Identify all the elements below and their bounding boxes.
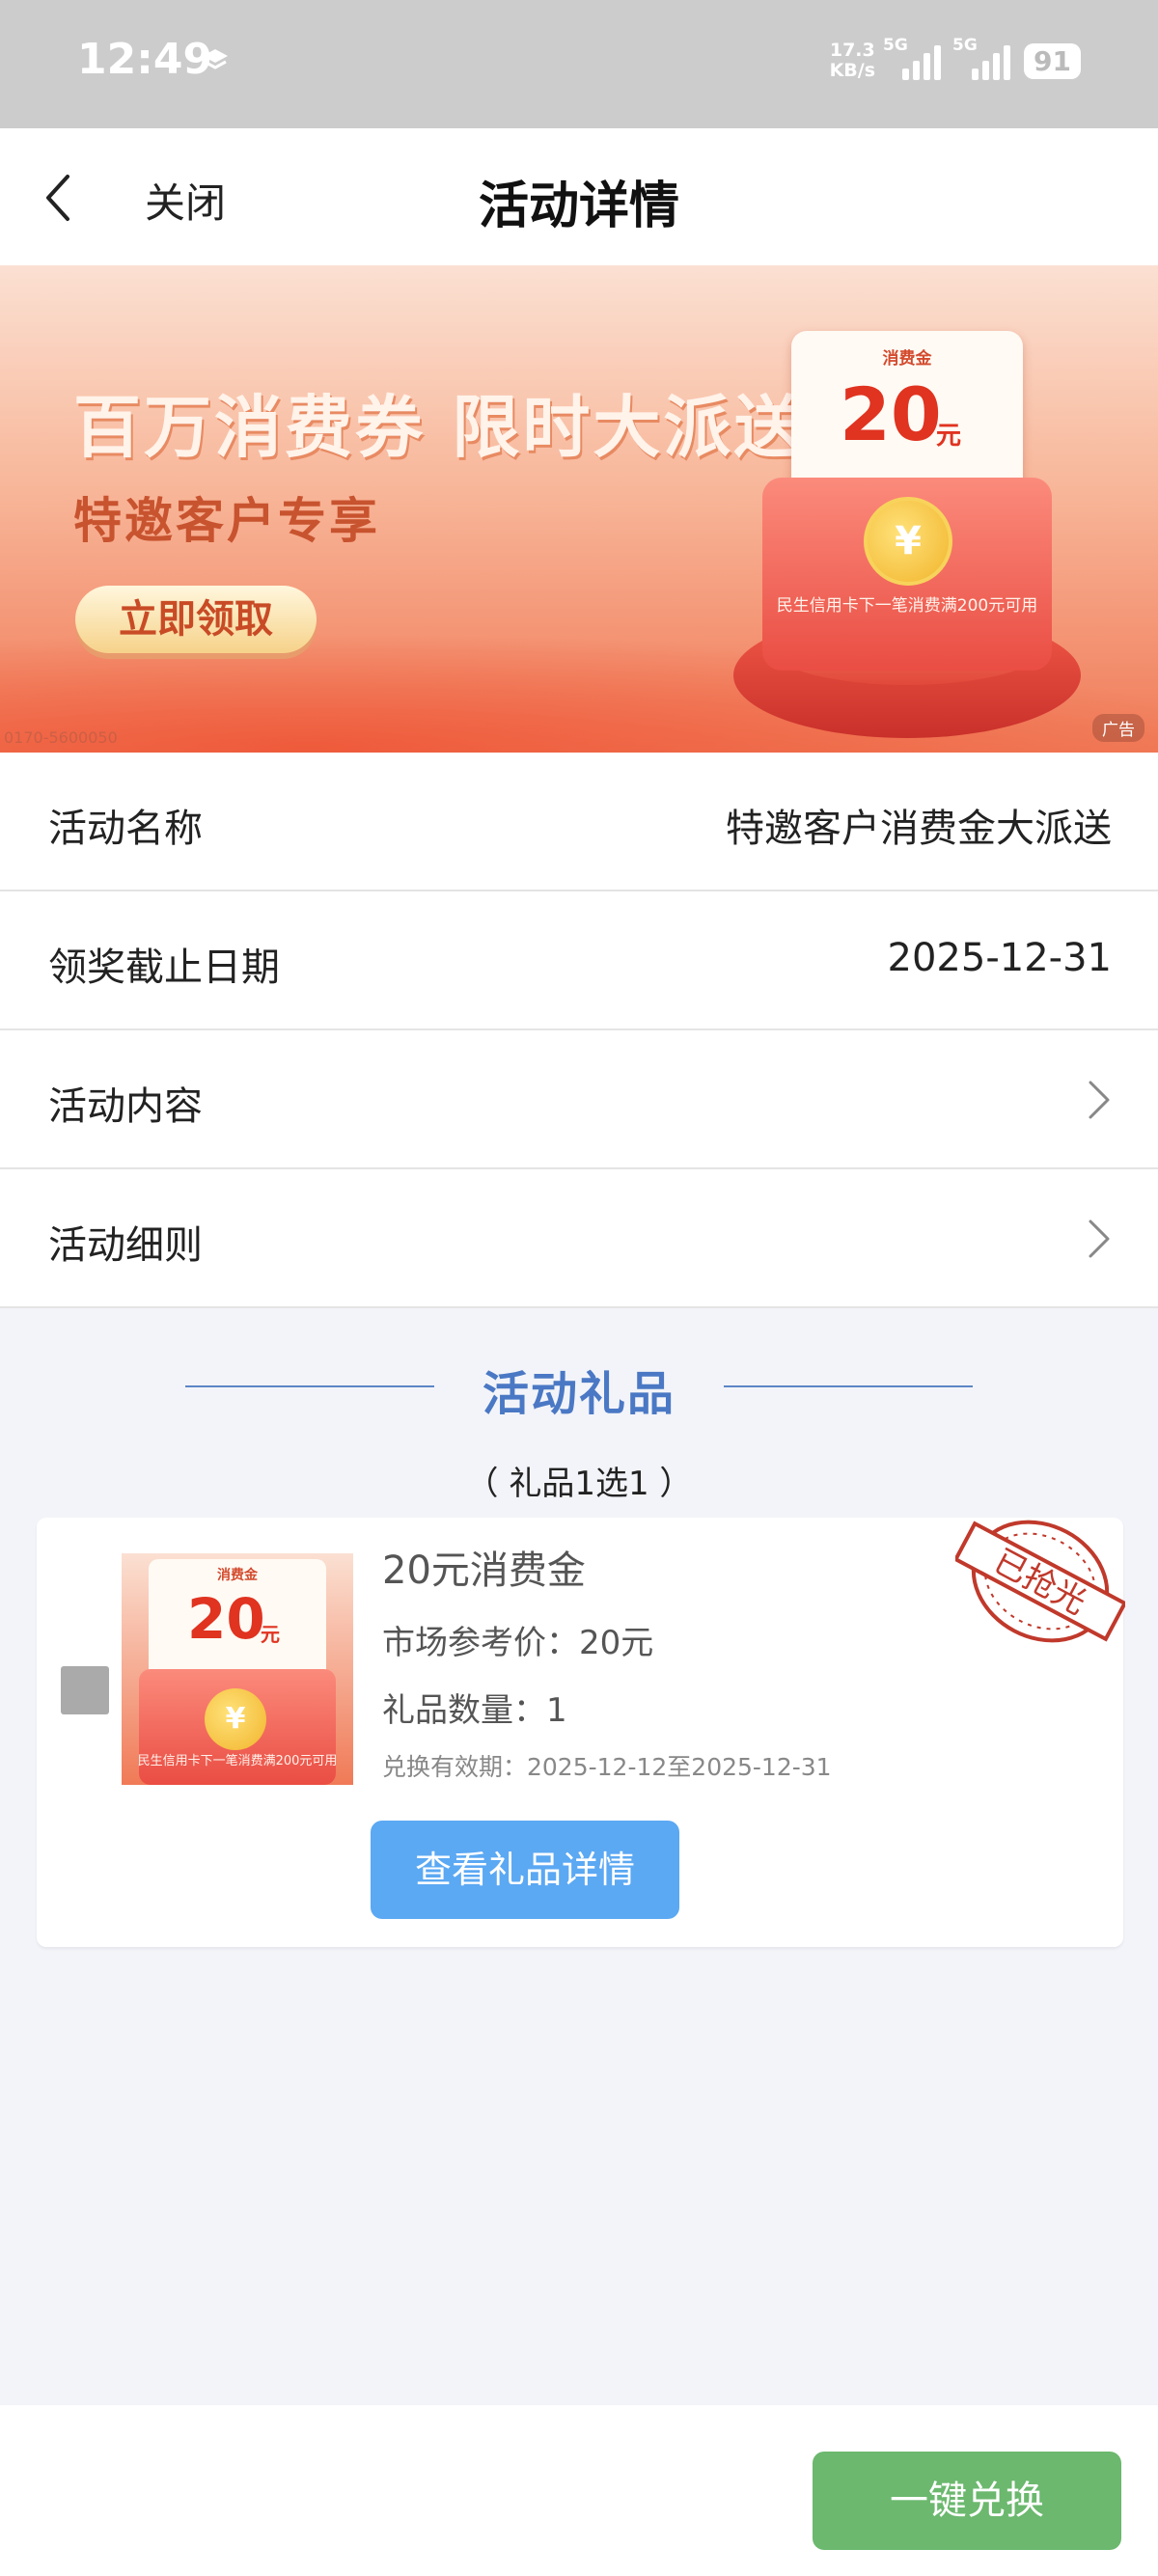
coin-icon: ¥ <box>205 1688 266 1750</box>
chevron-right-icon <box>1089 1081 1110 1119</box>
gift-price: 市场参考价：20元 <box>382 1624 654 1662</box>
activity-name-label: 活动名称 <box>48 807 203 851</box>
activity-name-value: 特邀客户消费金大派送 <box>726 807 1112 851</box>
gift-validity: 兑换有效期：2025-12-12至2025-12-31 <box>382 1753 832 1781</box>
signal-icon: 5G <box>883 36 945 80</box>
gift-quantity: 礼品数量：1 <box>382 1691 567 1730</box>
gift-name: 20元消费金 <box>382 1548 586 1593</box>
battery-icon: 91 <box>1024 42 1081 79</box>
banner-headline: 百万消费券 限时大派送 <box>73 388 805 467</box>
gift-voucher-unit: 元 <box>261 1623 280 1646</box>
gift-image: 消费金 20 元 ¥ 民生信用卡下一笔消费满200元可用 <box>122 1553 353 1785</box>
chevron-right-icon <box>1089 1219 1110 1258</box>
network-speed-value: 17.3 <box>829 40 875 61</box>
promo-banner[interactable]: 百万消费券 限时大派送 特邀客户专享 立即领取 消费金 20 元 ¥ 民生信用卡… <box>0 265 1158 753</box>
gift-checkbox[interactable] <box>61 1666 109 1714</box>
voucher-amount: 20 <box>840 371 942 457</box>
gift-envelope-text: 民生信用卡下一笔消费满200元可用 <box>137 1754 338 1768</box>
gift-voucher-tag: 消费金 <box>217 1568 258 1583</box>
deadline-label: 领奖截止日期 <box>48 945 280 990</box>
banner-code: 0170-5600050 <box>4 728 118 747</box>
view-gift-details-button[interactable]: 查看礼品详情 <box>371 1821 679 1919</box>
activity-content-label: 活动内容 <box>48 1084 203 1129</box>
redeem-all-button[interactable]: 一键兑换 <box>813 2452 1121 2550</box>
deadline-value: 2025-12-31 <box>887 936 1112 980</box>
activity-rules-label: 活动细则 <box>48 1223 203 1268</box>
coin-icon: ¥ <box>864 497 952 586</box>
activity-content-row[interactable]: 活动内容 <box>0 1030 1158 1169</box>
sim2-label: 5G <box>952 36 978 55</box>
nav-bar: 关闭 活动详情 <box>0 128 1158 265</box>
status-bar: 12:49 17.3 KB/s 5G 5G 91 <box>0 0 1158 128</box>
activity-name-row: 活动名称 特邀客户消费金大派送 <box>0 753 1158 891</box>
deadline-row: 领奖截止日期 2025-12-31 <box>0 891 1158 1030</box>
ad-badge: 广告 <box>1092 714 1144 742</box>
network-speed-unit: KB/s <box>829 60 876 81</box>
layers-icon <box>203 49 228 69</box>
sold-out-stamp: 已抢光 <box>955 1520 1125 1643</box>
page-title: 活动详情 <box>478 178 679 235</box>
sim1-label: 5G <box>883 36 908 55</box>
status-time: 12:49 <box>77 35 213 84</box>
gift-voucher-amount: 20 <box>187 1586 265 1652</box>
gift-section-title: 活动礼品 <box>482 1367 676 1421</box>
envelope-text: 民生信用卡下一笔消费满200元可用 <box>776 596 1038 616</box>
claim-now-button[interactable]: 立即领取 <box>75 586 317 653</box>
voucher-unit: 元 <box>936 422 962 451</box>
network-speed: 17.3 KB/s <box>830 41 875 81</box>
status-indicators: 17.3 KB/s 5G 5G 91 <box>830 36 1081 85</box>
banner-subline: 特邀客户专享 <box>73 493 380 549</box>
gift-section-subtitle: （ 礼品1选1 ） <box>465 1465 693 1503</box>
signal-icon: 5G <box>952 36 1014 80</box>
voucher-tag: 消费金 <box>882 349 932 369</box>
activity-rules-row[interactable]: 活动细则 <box>0 1169 1158 1308</box>
